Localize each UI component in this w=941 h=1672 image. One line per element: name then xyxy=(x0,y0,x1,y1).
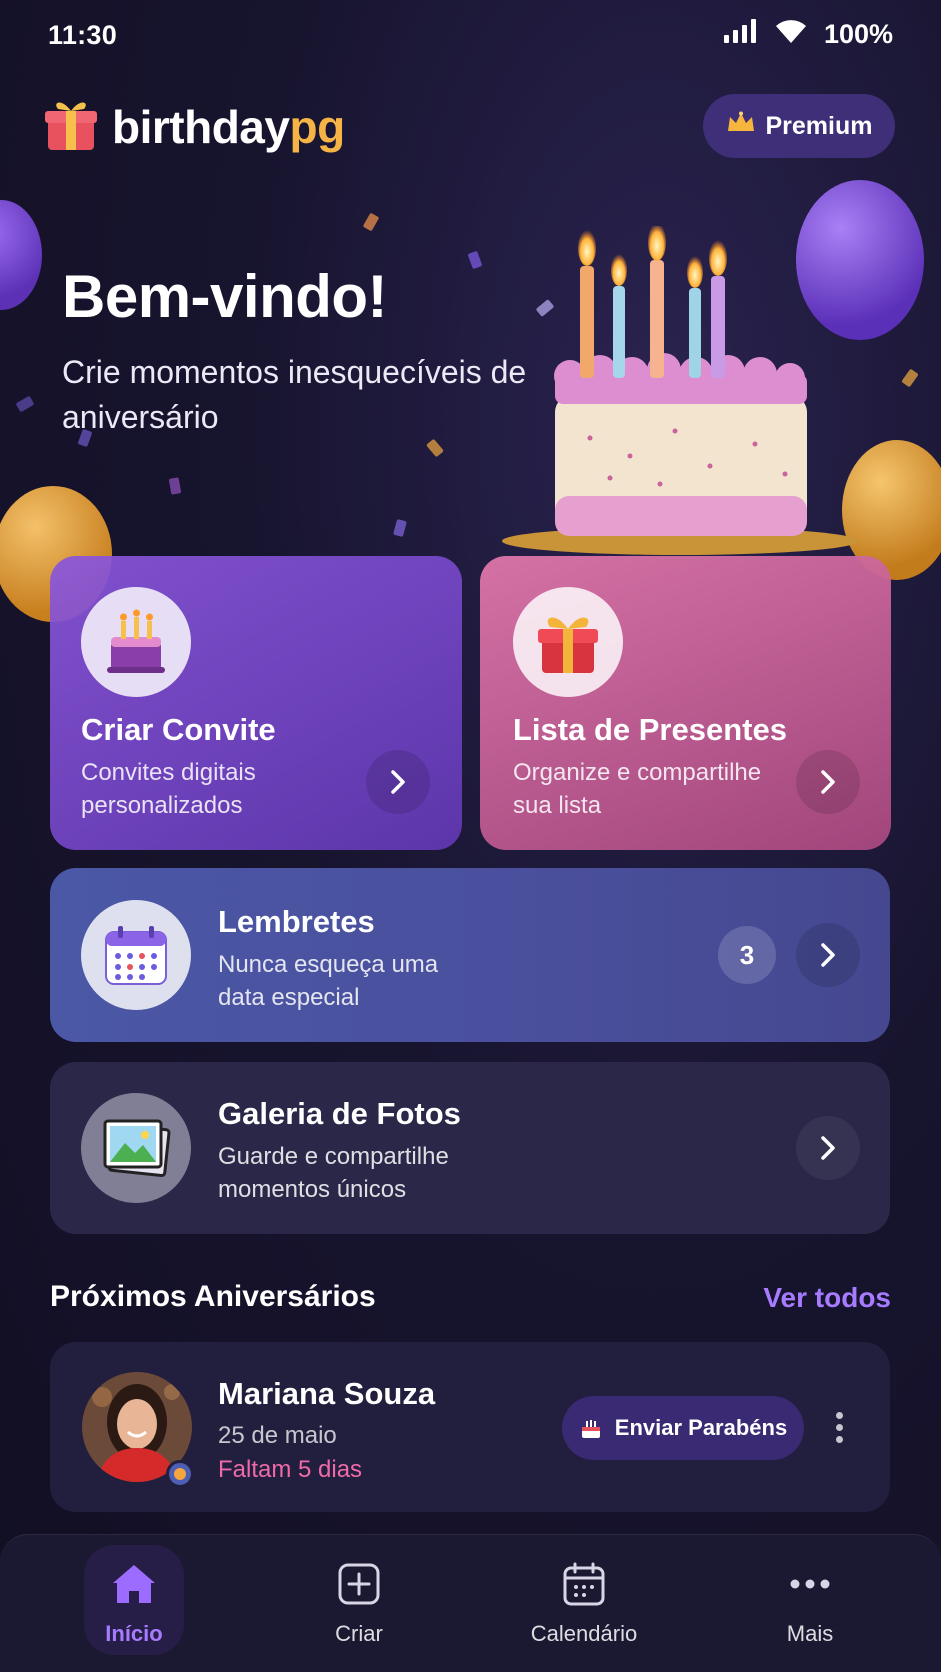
cake-icon xyxy=(81,587,191,697)
more-icon xyxy=(787,1561,833,1607)
send-congrats-button[interactable]: Enviar Parabéns xyxy=(562,1396,804,1460)
bottom-navigation: Início Criar Calendário Mais xyxy=(0,1534,941,1672)
reminders-count-badge: 3 xyxy=(718,926,776,984)
birthday-person-card[interactable]: Mariana Souza 25 de maio Faltam 5 dias E… xyxy=(50,1342,890,1512)
nav-create[interactable]: Criar xyxy=(279,1535,439,1672)
upcoming-birthdays-title: Próximos Aniversários xyxy=(50,1280,376,1313)
reminders-chevron-button[interactable] xyxy=(796,923,860,987)
nav-more-label: Mais xyxy=(786,1621,834,1646)
signal-icon xyxy=(723,19,758,50)
chevron-right-icon xyxy=(821,1136,835,1160)
reminders-title: Lembretes xyxy=(218,904,375,939)
create-invite-title: Criar Convite xyxy=(81,712,276,747)
premium-button[interactable]: Premium xyxy=(703,94,895,158)
app-logo: birthdaypg xyxy=(44,96,345,157)
premium-label: Premium xyxy=(765,111,873,140)
crown-icon xyxy=(726,111,756,142)
person-name: Mariana Souza xyxy=(218,1376,436,1411)
plus-square-icon xyxy=(336,1561,382,1607)
logo-text-main: birthday xyxy=(112,100,290,153)
wifi-icon xyxy=(774,18,808,51)
send-congrats-label: Enviar Parabéns xyxy=(614,1415,788,1440)
home-icon xyxy=(111,1561,157,1607)
person-countdown: Faltam 5 dias xyxy=(218,1456,363,1483)
nav-more[interactable]: Mais xyxy=(730,1535,890,1672)
cake-illustration xyxy=(502,226,858,555)
reminders-card[interactable]: Lembretes Nunca esqueça uma data especia… xyxy=(50,868,890,1042)
see-all-link[interactable]: Ver todos xyxy=(763,1282,891,1314)
person-birthday-date: 25 de maio xyxy=(218,1422,337,1449)
status-bar-right: 100% xyxy=(723,18,893,51)
status-time: 11:30 xyxy=(48,20,118,50)
gift-list-card[interactable]: Lista de Presentes Organize e compartilh… xyxy=(480,556,891,850)
gift-list-title: Lista de Presentes xyxy=(513,712,787,747)
logo-text-accent: pg xyxy=(289,100,345,153)
create-invite-card[interactable]: Criar Convite Convites digitais personal… xyxy=(50,556,462,850)
gallery-chevron-button[interactable] xyxy=(796,1116,860,1180)
photos-icon xyxy=(81,1093,191,1203)
create-invite-desc: Convites digitais personalizados xyxy=(81,759,256,819)
reminders-desc: Nunca esqueça uma data especial xyxy=(218,951,439,1011)
balloon-left-purple xyxy=(0,200,42,310)
gift-logo-icon xyxy=(44,96,98,157)
create-invite-chevron-button[interactable] xyxy=(366,750,430,814)
photo-gallery-card[interactable]: Galeria de Fotos Guarde e compartilhe mo… xyxy=(50,1062,890,1234)
avatar-badge-icon xyxy=(166,1460,194,1488)
gift-icon xyxy=(513,587,623,697)
nav-calendar[interactable]: Calendário xyxy=(504,1535,664,1672)
gift-list-chevron-button[interactable] xyxy=(796,750,860,814)
gift-list-desc: Organize e compartilhe sua lista xyxy=(513,759,762,819)
calendar-grid-icon xyxy=(81,900,191,1010)
nav-home-label: Início xyxy=(105,1621,163,1646)
nav-calendar-label: Calendário xyxy=(530,1621,638,1646)
gallery-title: Galeria de Fotos xyxy=(218,1096,461,1131)
gallery-desc: Guarde e compartilhe momentos únicos xyxy=(218,1143,449,1203)
chevron-right-icon xyxy=(821,943,835,967)
chevron-right-icon xyxy=(391,770,405,794)
nav-create-label: Criar xyxy=(335,1621,383,1646)
more-vertical-icon[interactable] xyxy=(836,1412,843,1443)
cake-small-icon xyxy=(581,1420,600,1438)
hero-subtitle: Crie momentos inesquecíveis de aniversár… xyxy=(62,354,527,435)
hero-title: Bem-vindo! xyxy=(62,263,388,330)
battery-text: 100% xyxy=(823,19,893,49)
chevron-right-icon xyxy=(821,770,835,794)
nav-home[interactable]: Início xyxy=(54,1535,214,1672)
calendar-icon xyxy=(561,1561,607,1607)
